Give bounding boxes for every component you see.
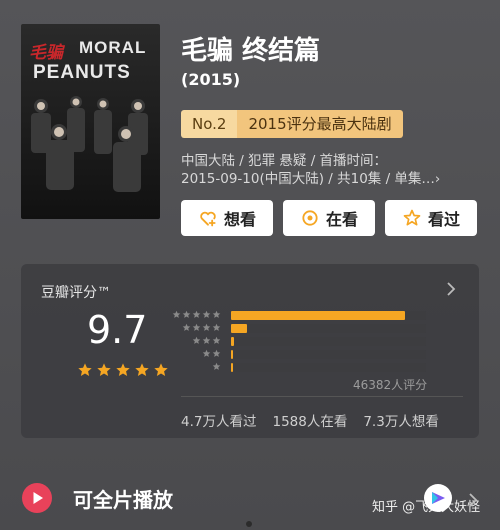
heart-plus-icon: [200, 211, 216, 227]
small-star-icon: [172, 310, 181, 318]
play-row[interactable]: 可全片播放: [21, 482, 173, 514]
want-count: 7.3万人想看: [363, 414, 439, 430]
small-star-icon: [192, 323, 201, 331]
small-star-icon: [202, 323, 211, 331]
movie-year: (2015): [181, 70, 241, 89]
poster-title-en-2: PEANUTS: [33, 62, 131, 83]
small-star-icon: [202, 336, 211, 344]
chevron-right-icon[interactable]: [445, 280, 457, 298]
small-star-icon: [192, 310, 201, 318]
rank-badge[interactable]: No.2 2015评分最高大陆剧: [181, 110, 403, 138]
watching-button[interactable]: 在看: [283, 200, 375, 236]
star-outline-icon: [403, 209, 421, 226]
small-star-icon: [202, 310, 211, 318]
distribution-stars: [182, 323, 221, 333]
distribution-bar: [231, 350, 233, 359]
scroll-indicator: [246, 521, 252, 527]
distribution-bar: [231, 311, 405, 320]
audience-stats: 4.7万人看过 1588人在看 7.3万人想看: [181, 410, 439, 430]
distribution-track: [231, 363, 426, 372]
star-filled-icon: [97, 363, 111, 376]
small-star-icon: [212, 349, 221, 357]
want-to-watch-label: 想看: [223, 210, 256, 229]
watching-label: 在看: [325, 210, 358, 229]
poster-title-en: MORAL: [79, 38, 147, 57]
star-filled-icon: [135, 363, 149, 376]
distribution-row: [171, 336, 431, 349]
watched-label: 看过: [427, 210, 460, 229]
star-filled-icon: [78, 363, 92, 376]
distribution-bar: [231, 363, 233, 372]
rank-text: 2015评分最高大陆剧: [237, 110, 403, 138]
distribution-row: [171, 310, 431, 323]
movie-poster[interactable]: 毛骗 MORAL PEANUTS: [21, 24, 160, 219]
poster-title-cn: 毛骗: [29, 43, 63, 63]
rating-source-label: 豆瓣评分™: [41, 285, 111, 301]
want-to-watch-button[interactable]: 想看: [181, 200, 273, 236]
small-star-icon: [212, 310, 221, 318]
watching-icon: [302, 210, 318, 226]
distribution-row: [171, 362, 431, 375]
small-star-icon: [212, 323, 221, 331]
distribution-stars: [172, 310, 221, 320]
poster-cast-figures: [31, 96, 148, 192]
watching-count: 1588人在看: [272, 414, 348, 430]
chevron-right-icon[interactable]: [468, 492, 478, 508]
play-icon: [22, 483, 52, 513]
distribution-track: [231, 337, 426, 346]
distribution-stars: [202, 349, 221, 359]
distribution-stars: [192, 336, 221, 346]
distribution-stars: [212, 362, 221, 372]
watched-count: 4.7万人看过: [181, 414, 257, 430]
meta-date-line: 2015-09-10(中国大陆) / 共10集 / 单集…›: [181, 171, 441, 187]
action-buttons: 想看 在看 看过: [181, 200, 477, 236]
small-star-icon: [212, 336, 221, 344]
watermark-logo-icon: [424, 484, 452, 512]
small-star-icon: [182, 323, 191, 331]
rating-distribution: [171, 310, 431, 375]
small-star-icon: [212, 362, 221, 370]
star-filled-icon: [154, 363, 168, 376]
small-star-icon: [202, 349, 211, 357]
star-filled-icon: [116, 363, 130, 376]
rank-number: No.2: [181, 110, 238, 138]
watched-button[interactable]: 看过: [385, 200, 477, 236]
small-star-icon: [192, 336, 201, 344]
distribution-bar: [231, 324, 247, 333]
rating-card[interactable]: 豆瓣评分™ 9.7 46382人评分 4.7万人看过 1588人在看 7.3万人…: [21, 264, 479, 438]
movie-meta[interactable]: 中国大陆 / 犯罪 悬疑 / 首播时间： 2015-09-10(中国大陆) / …: [181, 152, 481, 188]
movie-title: 毛骗 终结篇: [181, 36, 321, 66]
distribution-track: [231, 324, 426, 333]
distribution-track: [231, 350, 426, 359]
small-star-icon: [182, 310, 191, 318]
distribution-row: [171, 323, 431, 336]
play-label: 可全片播放: [73, 487, 173, 512]
card-divider: [181, 396, 463, 397]
distribution-track: [231, 311, 426, 320]
rating-stars: [77, 362, 169, 378]
meta-genre-line: 中国大陆 / 犯罪 悬疑 / 首播时间：: [181, 153, 388, 169]
distribution-row: [171, 349, 431, 362]
distribution-bar: [231, 337, 235, 346]
rating-votes: 46382人评分: [353, 378, 428, 392]
rating-score: 9.7: [87, 308, 148, 352]
